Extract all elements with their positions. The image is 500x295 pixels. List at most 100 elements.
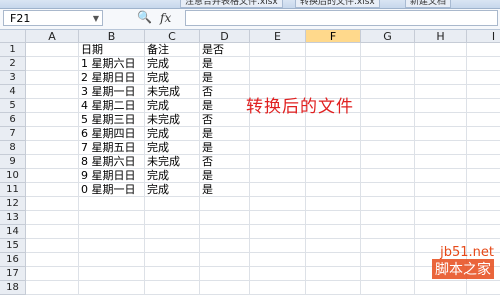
cell-h9[interactable]	[415, 155, 467, 169]
cell-g11[interactable]	[361, 183, 415, 197]
formula-input[interactable]	[185, 10, 498, 26]
column-header-g[interactable]: G	[361, 30, 415, 43]
cell-a10[interactable]	[26, 169, 79, 183]
cell-f12[interactable]	[306, 197, 361, 211]
cell-g15[interactable]	[361, 239, 415, 253]
cell-f3[interactable]	[306, 71, 361, 85]
select-all-corner[interactable]	[0, 30, 26, 43]
column-header-f[interactable]: F	[306, 30, 361, 43]
row-header[interactable]: 4	[0, 85, 26, 99]
cell-c8[interactable]: 完成	[145, 141, 200, 155]
row-header[interactable]: 17	[0, 267, 26, 281]
cell-d11[interactable]: 是	[200, 183, 250, 197]
cell-g2[interactable]	[361, 57, 415, 71]
column-header-a[interactable]: A	[26, 30, 79, 43]
row-header[interactable]: 3	[0, 71, 26, 85]
cell-c9[interactable]: 未完成	[145, 155, 200, 169]
cell-b1[interactable]: 日期	[79, 43, 145, 57]
cell-b18[interactable]	[79, 281, 145, 295]
cell-e18[interactable]	[250, 281, 306, 295]
cell-f8[interactable]	[306, 141, 361, 155]
workbook-tab-1[interactable]: 注意合并表格文件.xlsx	[180, 0, 283, 8]
function-icon[interactable]: fx	[160, 11, 171, 25]
cell-e11[interactable]	[250, 183, 306, 197]
workbook-tab-2[interactable]: 转换后的文件.xlsx	[295, 0, 380, 8]
cell-c12[interactable]	[145, 197, 200, 211]
cell-b9[interactable]: 8 星期六日	[79, 155, 145, 169]
cell-a11[interactable]	[26, 183, 79, 197]
cell-a5[interactable]	[26, 99, 79, 113]
cell-b17[interactable]	[79, 267, 145, 281]
cell-e10[interactable]	[250, 169, 306, 183]
cell-i1[interactable]	[467, 43, 500, 57]
row-header[interactable]: 13	[0, 211, 26, 225]
cell-i3[interactable]	[467, 71, 500, 85]
cell-h7[interactable]	[415, 127, 467, 141]
cell-c15[interactable]	[145, 239, 200, 253]
cell-c7[interactable]: 完成	[145, 127, 200, 141]
cell-i8[interactable]	[467, 141, 500, 155]
cell-e14[interactable]	[250, 225, 306, 239]
cell-a4[interactable]	[26, 85, 79, 99]
cell-i12[interactable]	[467, 197, 500, 211]
column-header-e[interactable]: E	[250, 30, 306, 43]
cell-c11[interactable]: 完成	[145, 183, 200, 197]
cell-d3[interactable]: 是	[200, 71, 250, 85]
cell-e13[interactable]	[250, 211, 306, 225]
cell-h3[interactable]	[415, 71, 467, 85]
cell-a8[interactable]	[26, 141, 79, 155]
cell-a3[interactable]	[26, 71, 79, 85]
cell-c5[interactable]: 完成	[145, 99, 200, 113]
cell-b7[interactable]: 6 星期四日	[79, 127, 145, 141]
cell-b12[interactable]	[79, 197, 145, 211]
cell-a2[interactable]	[26, 57, 79, 71]
cell-c18[interactable]	[145, 281, 200, 295]
cell-b3[interactable]: 2 星期日日	[79, 71, 145, 85]
cell-g1[interactable]	[361, 43, 415, 57]
cell-c1[interactable]: 备注	[145, 43, 200, 57]
cell-g5[interactable]	[361, 99, 415, 113]
cell-e2[interactable]	[250, 57, 306, 71]
cell-h10[interactable]	[415, 169, 467, 183]
cell-a18[interactable]	[26, 281, 79, 295]
row-header[interactable]: 15	[0, 239, 26, 253]
cell-b2[interactable]: 1 星期六日	[79, 57, 145, 71]
cell-h11[interactable]	[415, 183, 467, 197]
cell-b16[interactable]	[79, 253, 145, 267]
cell-g6[interactable]	[361, 113, 415, 127]
row-header[interactable]: 10	[0, 169, 26, 183]
cell-i18[interactable]	[467, 281, 500, 295]
cell-e12[interactable]	[250, 197, 306, 211]
cell-d18[interactable]	[200, 281, 250, 295]
row-header[interactable]: 16	[0, 253, 26, 267]
cell-g18[interactable]	[361, 281, 415, 295]
cell-a1[interactable]	[26, 43, 79, 57]
cell-h4[interactable]	[415, 85, 467, 99]
cell-f9[interactable]	[306, 155, 361, 169]
cell-i4[interactable]	[467, 85, 500, 99]
cell-i11[interactable]	[467, 183, 500, 197]
cell-c16[interactable]	[145, 253, 200, 267]
cell-d8[interactable]: 是	[200, 141, 250, 155]
cell-d5[interactable]: 是	[200, 99, 250, 113]
chevron-down-icon[interactable]: ▼	[93, 11, 99, 27]
row-header[interactable]: 18	[0, 281, 26, 295]
cell-f14[interactable]	[306, 225, 361, 239]
workbook-tab-3[interactable]: 新建文档	[405, 0, 452, 8]
cell-e3[interactable]	[250, 71, 306, 85]
row-header[interactable]: 2	[0, 57, 26, 71]
cell-f2[interactable]	[306, 57, 361, 71]
column-header-b[interactable]: B	[79, 30, 145, 43]
cell-g14[interactable]	[361, 225, 415, 239]
cell-d16[interactable]	[200, 253, 250, 267]
cell-h1[interactable]	[415, 43, 467, 57]
cell-e7[interactable]	[250, 127, 306, 141]
cell-h6[interactable]	[415, 113, 467, 127]
cell-i6[interactable]	[467, 113, 500, 127]
cell-f18[interactable]	[306, 281, 361, 295]
cell-f16[interactable]	[306, 253, 361, 267]
row-header[interactable]: 12	[0, 197, 26, 211]
cell-d17[interactable]	[200, 267, 250, 281]
cell-c3[interactable]: 完成	[145, 71, 200, 85]
cell-i14[interactable]	[467, 225, 500, 239]
